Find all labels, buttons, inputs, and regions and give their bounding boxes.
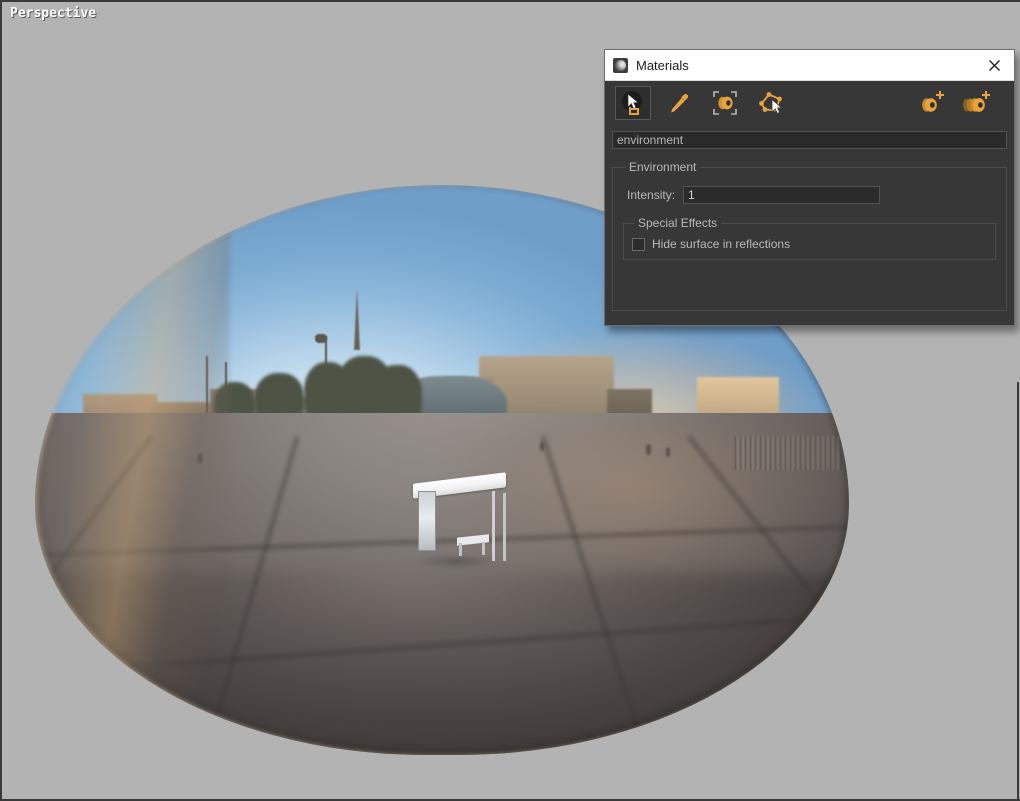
hide-surface-row[interactable]: Hide surface in reflections — [632, 237, 987, 251]
eyedropper-icon — [671, 94, 689, 113]
close-icon[interactable] — [976, 51, 1012, 80]
sphere-cursor-icon — [622, 91, 642, 115]
sphere-plus-icon — [922, 91, 944, 112]
application-window: Perspective Materials environment Enviro… — [0, 0, 1020, 801]
environment-group: Environment Intensity: Special Effects H… — [612, 160, 1007, 311]
material-sphere-icon — [613, 57, 628, 73]
special-effects-group: Special Effects Hide surface in reflecti… — [623, 216, 996, 260]
intensity-row: Intensity: — [627, 186, 996, 204]
material-name-field[interactable]: environment — [612, 131, 1007, 149]
add-material-stack-button[interactable] — [958, 86, 994, 120]
environment-group-legend: Environment — [629, 160, 697, 174]
select-objects-by-material-tool[interactable] — [707, 86, 743, 120]
assign-material-tool[interactable] — [753, 86, 789, 120]
polygon-cursor-icon — [759, 92, 783, 114]
materials-toolbar[interactable] — [605, 81, 1014, 125]
viewport-label: Perspective — [10, 6, 97, 21]
sphere-stack-plus-icon — [963, 91, 990, 112]
intensity-label: Intensity: — [627, 188, 676, 202]
materials-panel[interactable]: Materials environment Environment Intens… — [604, 49, 1015, 326]
intensity-input[interactable] — [683, 186, 881, 204]
special-effects-legend: Special Effects — [638, 216, 718, 230]
hide-surface-label: Hide surface in reflections — [652, 237, 791, 251]
sphere-in-marquee-icon — [713, 91, 737, 115]
materials-panel-body: environment Environment Intensity: Speci… — [605, 125, 1014, 311]
pick-material-tool[interactable] — [615, 86, 651, 120]
panel-titlebar[interactable]: Materials — [605, 50, 1014, 81]
viewport-right-divider — [1017, 382, 1019, 799]
panel-title: Materials — [636, 57, 689, 73]
add-material-button[interactable] — [914, 86, 950, 120]
hide-surface-checkbox[interactable] — [632, 237, 645, 251]
eyedropper-tool[interactable] — [661, 86, 697, 120]
